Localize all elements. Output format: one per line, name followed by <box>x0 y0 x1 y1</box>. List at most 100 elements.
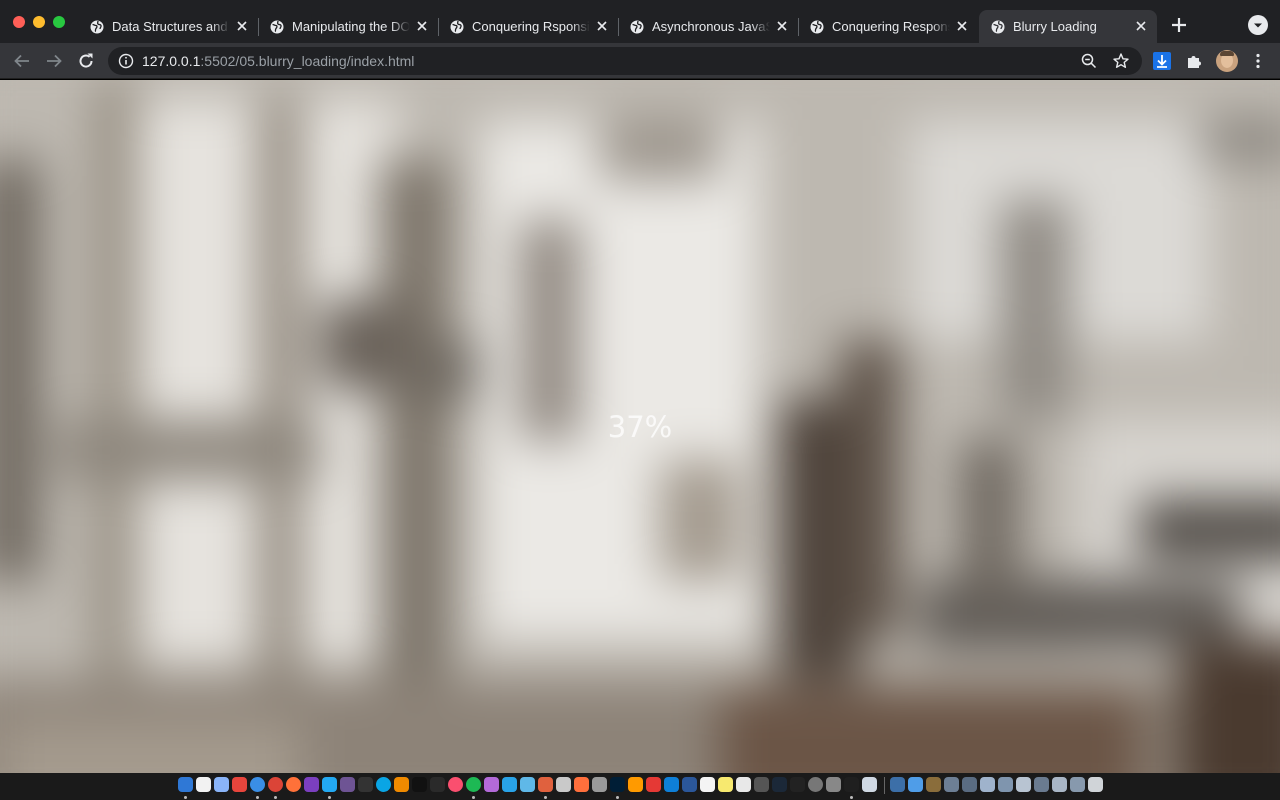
photoshop-icon[interactable] <box>610 777 625 792</box>
globe-icon <box>630 20 644 33</box>
extensions-puzzle-icon[interactable] <box>1184 51 1204 71</box>
firefox-icon[interactable] <box>286 777 301 792</box>
vlc-icon[interactable] <box>394 777 409 792</box>
loading-percentage-text: 37% <box>607 410 673 444</box>
download-icon[interactable] <box>1152 51 1172 71</box>
app-icon[interactable] <box>484 777 499 792</box>
chrome-icon[interactable] <box>268 777 283 792</box>
app-icon[interactable] <box>664 777 679 792</box>
close-icon[interactable] <box>416 20 428 32</box>
more-vert-icon[interactable] <box>1248 51 1268 71</box>
close-icon[interactable] <box>776 20 788 32</box>
folder-icon[interactable] <box>908 777 923 792</box>
running-indicator <box>544 796 547 799</box>
running-indicator <box>616 796 619 799</box>
app-icon[interactable] <box>826 777 841 792</box>
vscode-icon[interactable] <box>322 777 337 792</box>
back-arrow-icon[interactable] <box>12 51 32 71</box>
close-icon[interactable] <box>596 20 608 32</box>
browser-tab[interactable]: Conquering Respons <box>798 10 978 43</box>
app-icon[interactable] <box>520 777 535 792</box>
close-icon[interactable] <box>1135 20 1147 32</box>
acrobat-icon[interactable] <box>646 777 661 792</box>
notes-icon[interactable] <box>718 777 733 792</box>
info-icon[interactable] <box>118 53 134 69</box>
spotify-icon[interactable] <box>466 777 481 792</box>
star-icon[interactable] <box>1112 52 1130 70</box>
app-icon[interactable] <box>754 777 769 792</box>
forward-arrow-icon[interactable] <box>44 51 64 71</box>
browser-tab[interactable]: Data Structures and <box>78 10 258 43</box>
tab-title: Conquering Respons <box>832 19 950 34</box>
url-path: :5502/05.blurry_loading/index.html <box>200 53 415 69</box>
github-icon[interactable] <box>340 777 355 792</box>
tab-title: Conquering Rsponsi <box>472 19 590 34</box>
close-icon[interactable] <box>236 20 248 32</box>
terminal-icon[interactable] <box>358 777 373 792</box>
tab-title: Manipulating the DO <box>292 19 410 34</box>
folder-icon[interactable] <box>890 777 905 792</box>
url-host: 127.0.0.1 <box>142 53 201 69</box>
folder-icon[interactable] <box>998 777 1013 792</box>
folder-icon[interactable] <box>926 777 941 792</box>
folder-icon[interactable] <box>944 777 959 792</box>
system-preferences-icon[interactable] <box>592 777 607 792</box>
app-icon[interactable] <box>430 777 445 792</box>
fullscreen-window-button[interactable] <box>53 16 65 28</box>
app-icon[interactable] <box>232 777 247 792</box>
folder-icon[interactable] <box>1034 777 1049 792</box>
skype-icon[interactable] <box>376 777 391 792</box>
running-indicator <box>850 796 853 799</box>
browser-toolbar: 127.0.0.1:5502/05.blurry_loading/index.h… <box>0 43 1280 79</box>
running-indicator <box>184 796 187 799</box>
folder-icon[interactable] <box>1016 777 1031 792</box>
browser-tab[interactable]: Asynchronous JavaS <box>618 10 798 43</box>
folder-icon[interactable] <box>980 777 995 792</box>
trash-icon[interactable] <box>1088 777 1103 792</box>
zoom-out-icon[interactable] <box>1080 52 1098 70</box>
calendar-icon[interactable] <box>196 777 211 792</box>
steam-icon[interactable] <box>772 777 787 792</box>
app-icon[interactable] <box>808 777 823 792</box>
folder-icon[interactable] <box>1052 777 1067 792</box>
music-icon[interactable] <box>448 777 463 792</box>
browser-tab-strip: Data Structures and Manipulating the DO … <box>0 0 1280 43</box>
minimize-window-button[interactable] <box>33 16 45 28</box>
folder-icon[interactable] <box>962 777 977 792</box>
app-icon[interactable] <box>304 777 319 792</box>
tab-search-button[interactable] <box>1248 15 1268 35</box>
globe-icon <box>991 20 1005 33</box>
running-indicator <box>472 796 475 799</box>
preview-icon[interactable] <box>214 777 229 792</box>
app-icon[interactable] <box>736 777 751 792</box>
dock-divider <box>884 777 885 794</box>
running-indicator <box>274 796 277 799</box>
app-icon[interactable] <box>790 777 805 792</box>
new-tab-plus-icon[interactable] <box>1168 14 1190 36</box>
app-icon[interactable] <box>502 777 517 792</box>
app-icon[interactable] <box>556 777 571 792</box>
tab-title: Data Structures and <box>112 19 228 34</box>
app-icon[interactable] <box>700 777 715 792</box>
app-icon[interactable] <box>574 777 589 792</box>
close-window-button[interactable] <box>13 16 25 28</box>
app-icon[interactable] <box>412 777 427 792</box>
browser-tab-active[interactable]: Blurry Loading <box>979 10 1157 43</box>
illustrator-icon[interactable] <box>628 777 643 792</box>
word-icon[interactable] <box>682 777 697 792</box>
close-icon[interactable] <box>956 20 968 32</box>
app-icon[interactable] <box>862 777 877 792</box>
chevron-down-icon <box>1254 23 1262 28</box>
globe-icon <box>90 20 104 33</box>
reload-icon[interactable] <box>76 51 96 71</box>
browser-tab[interactable]: Manipulating the DO <box>258 10 438 43</box>
browser-tab[interactable]: Conquering Rsponsi <box>438 10 618 43</box>
safari-icon[interactable] <box>250 777 265 792</box>
folder-icon[interactable] <box>1070 777 1085 792</box>
finder-icon[interactable] <box>178 777 193 792</box>
profile-avatar[interactable] <box>1216 50 1238 72</box>
app-icon[interactable] <box>538 777 553 792</box>
running-indicator <box>256 796 259 799</box>
app-icon[interactable] <box>844 777 859 792</box>
address-bar[interactable]: 127.0.0.1:5502/05.blurry_loading/index.h… <box>108 47 1142 75</box>
